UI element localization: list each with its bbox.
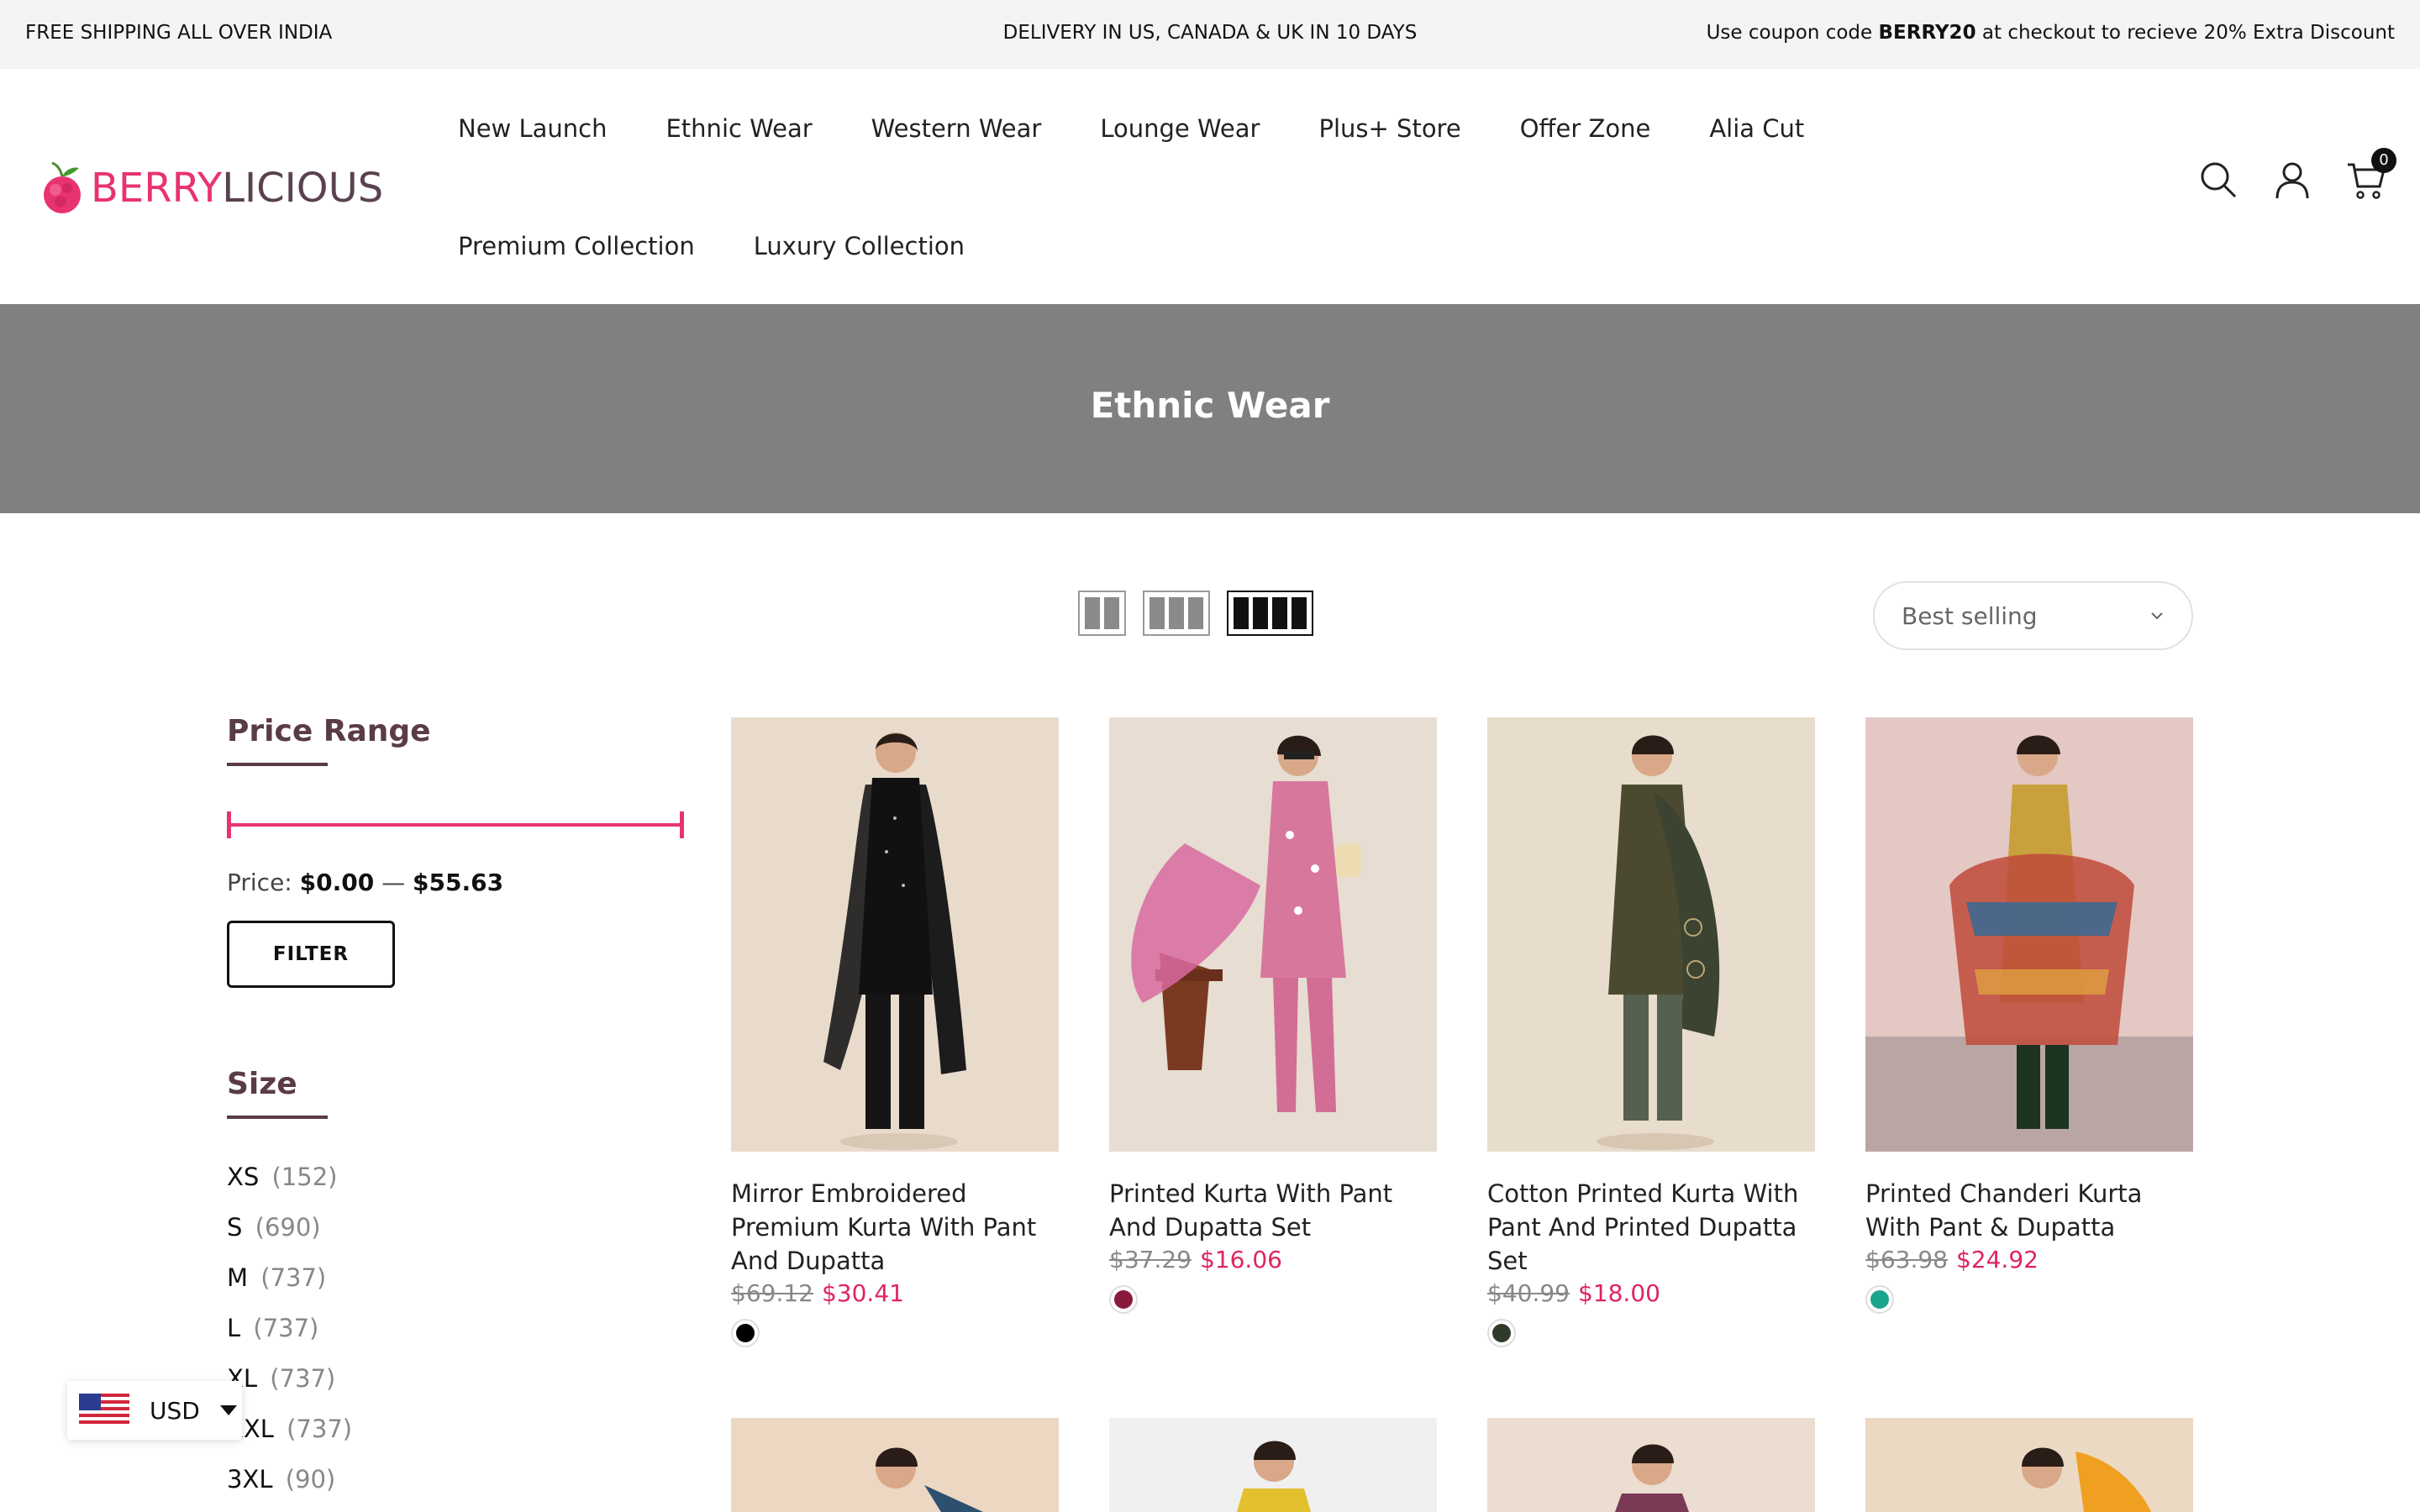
price-range-value: Price: $0.00 — $55.63 [227, 869, 504, 896]
product-image[interactable] [731, 717, 1059, 1152]
sort-select[interactable]: Best selling [1873, 581, 2193, 650]
product-title[interactable]: Mirror Embroidered Premium Kurta With Pa… [731, 1177, 1059, 1278]
color-swatch[interactable] [1487, 1319, 1516, 1347]
product-card[interactable] [1109, 1418, 1437, 1512]
product-price: $63.98 $24.92 [1865, 1246, 2193, 1273]
product-image[interactable] [1865, 1418, 2193, 1512]
product-image[interactable] [1487, 717, 1815, 1152]
nav-lounge-wear[interactable]: Lounge Wear [1100, 114, 1260, 143]
product-image[interactable] [1487, 1418, 1815, 1512]
model-figure [1109, 717, 1437, 1152]
product-card[interactable] [1865, 1418, 2193, 1512]
announcement-coupon: Use coupon code BERRY20 at checkout to r… [1706, 22, 2395, 44]
nav-plus-store[interactable]: Plus+ Store [1318, 114, 1460, 143]
view-4-columns-button[interactable] [1227, 591, 1313, 636]
grid-view-switcher [1078, 591, 1313, 636]
product-card[interactable]: Cotton Printed Kurta With Pant And Print… [1487, 717, 1815, 1347]
product-title[interactable]: Cotton Printed Kurta With Pant And Print… [1487, 1177, 1815, 1278]
collection-banner: Ethnic Wear [0, 304, 2420, 513]
color-swatch[interactable] [1109, 1285, 1138, 1314]
model-figure [1487, 717, 1815, 1152]
color-swatch[interactable] [731, 1319, 760, 1347]
size-option-l[interactable]: L (737) [227, 1314, 352, 1364]
product-price: $37.29 $16.06 [1109, 1246, 1437, 1273]
us-flag-icon [79, 1394, 129, 1427]
main-nav-row-2: Premium Collection Luxury Collection [458, 232, 1023, 260]
user-icon[interactable] [2272, 160, 2312, 200]
model-figure [731, 717, 1059, 1152]
size-heading: Size [227, 1067, 328, 1119]
size-option-s[interactable]: S (690) [227, 1213, 352, 1263]
sale-price: $30.41 [821, 1279, 904, 1307]
product-card[interactable] [731, 1418, 1059, 1512]
size-option-3xl[interactable]: 3XL (90) [227, 1465, 352, 1512]
size-option-m[interactable]: M (737) [227, 1263, 352, 1314]
site-header: BERRYLICIOUS New Launch Ethnic Wear West… [0, 69, 2420, 304]
model-figure [1865, 717, 2193, 1152]
model-figure [1109, 1418, 1437, 1512]
product-image[interactable] [1865, 717, 2193, 1152]
currency-selector[interactable]: USD [67, 1381, 242, 1440]
nav-alia-cut[interactable]: Alia Cut [1709, 114, 1804, 143]
product-card[interactable]: Mirror Embroidered Premium Kurta With Pa… [731, 717, 1059, 1347]
product-image[interactable] [1109, 717, 1437, 1152]
product-price: $69.12 $30.41 [731, 1279, 1059, 1307]
sale-price: $16.06 [1199, 1246, 1282, 1273]
price-min-handle[interactable] [227, 811, 231, 838]
chevron-down-icon [2151, 612, 2163, 620]
berry-logo-icon [44, 161, 81, 213]
product-image[interactable] [731, 1418, 1059, 1512]
currency-code: USD [150, 1396, 200, 1425]
nav-new-launch[interactable]: New Launch [458, 114, 607, 143]
original-price: $37.29 [1109, 1246, 1192, 1273]
nav-luxury-collection[interactable]: Luxury Collection [754, 232, 965, 260]
original-price: $63.98 [1865, 1246, 1948, 1273]
size-filter-list: XS (152) S (690) M (737) L (737) XL (737… [227, 1163, 352, 1512]
cart-count-badge: 0 [2371, 148, 2396, 173]
model-figure [1865, 1418, 2193, 1512]
sale-price: $18.00 [1577, 1279, 1660, 1307]
model-figure [1487, 1418, 1815, 1512]
filter-button[interactable]: FILTER [227, 921, 395, 988]
price-max-handle[interactable] [680, 811, 684, 838]
original-price: $69.12 [731, 1279, 813, 1307]
color-swatch[interactable] [1865, 1285, 1894, 1314]
product-card[interactable]: Printed Chanderi Kurta With Pant & Dupat… [1865, 717, 2193, 1314]
product-image[interactable] [1109, 1418, 1437, 1512]
price-range-heading: Price Range [227, 714, 431, 766]
original-price: $40.99 [1487, 1279, 1570, 1307]
product-title[interactable]: Printed Chanderi Kurta With Pant & Dupat… [1865, 1177, 2193, 1244]
nav-offer-zone[interactable]: Offer Zone [1520, 114, 1651, 143]
price-range-slider[interactable] [227, 811, 684, 838]
header-actions: 0 [2198, 148, 2396, 200]
sale-price: $24.92 [1955, 1246, 2039, 1273]
sort-selected-value: Best selling [1902, 601, 2038, 630]
nav-ethnic-wear[interactable]: Ethnic Wear [666, 114, 812, 143]
brand-name: BERRYLICIOUS [91, 165, 384, 212]
product-title[interactable]: Printed Kurta With Pant And Dupatta Set [1109, 1177, 1437, 1244]
brand-logo[interactable]: BERRYLICIOUS [40, 161, 383, 215]
announcement-bar: FREE SHIPPING ALL OVER INDIA DELIVERY IN… [0, 0, 2420, 69]
size-option-xl[interactable]: XL (737) [227, 1364, 352, 1415]
search-icon[interactable] [2198, 160, 2238, 200]
size-option-xs[interactable]: XS (152) [227, 1163, 352, 1213]
size-option-xxl[interactable]: XXL (737) [227, 1415, 352, 1465]
product-card[interactable] [1487, 1418, 1815, 1512]
caret-down-icon [219, 1405, 237, 1415]
cart-icon[interactable]: 0 [2346, 148, 2396, 200]
main-nav-row-1: New Launch Ethnic Wear Western Wear Loun… [458, 114, 1863, 143]
collection-title: Ethnic Wear [1090, 385, 1330, 426]
view-2-columns-button[interactable] [1078, 591, 1126, 636]
nav-premium-collection[interactable]: Premium Collection [458, 232, 695, 260]
product-card[interactable]: Printed Kurta With Pant And Dupatta Set … [1109, 717, 1437, 1314]
view-3-columns-button[interactable] [1143, 591, 1210, 636]
model-figure [731, 1418, 1059, 1512]
product-price: $40.99 $18.00 [1487, 1279, 1815, 1307]
nav-western-wear[interactable]: Western Wear [871, 114, 1042, 143]
